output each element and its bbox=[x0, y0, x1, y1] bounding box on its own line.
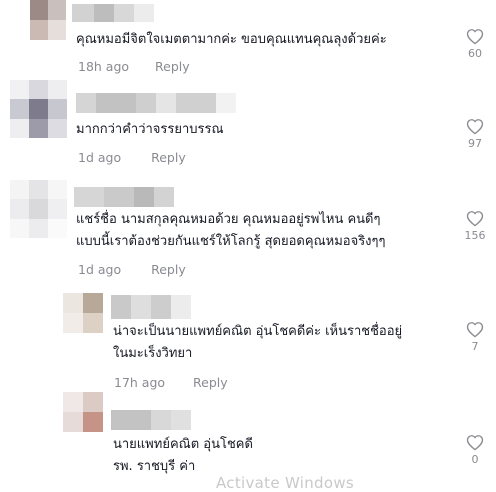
blur-block bbox=[96, 93, 136, 113]
heart-icon bbox=[466, 211, 484, 227]
username-blurred[interactable] bbox=[111, 295, 191, 319]
heart-icon bbox=[466, 119, 484, 135]
comment-meta: 17h ago Reply bbox=[114, 375, 228, 390]
avatar-pixel bbox=[83, 412, 103, 432]
comment-meta: 18h ago Reply bbox=[78, 59, 190, 74]
avatar-pixel bbox=[63, 293, 83, 313]
avatar-pixel bbox=[48, 218, 67, 238]
avatar-pixel bbox=[63, 392, 83, 412]
avatar-pixel bbox=[48, 80, 67, 100]
blur-block bbox=[171, 295, 191, 319]
avatar-pixel bbox=[48, 0, 66, 20]
avatar-pixel bbox=[63, 412, 83, 432]
comment-text: คุณหมอมีจิตใจเมตตามากค่ะ ขอบคุณแทนคุณลุง… bbox=[76, 32, 387, 47]
avatar-pixel bbox=[10, 80, 29, 100]
avatar-pixel bbox=[10, 180, 29, 200]
heart-icon bbox=[466, 322, 484, 338]
avatar-pixel bbox=[48, 180, 67, 200]
comment-item: แชร์ชื่อ นามสกุลคุณหมอด้วย คุณหมออยู่รพไ… bbox=[0, 180, 496, 290]
reply-button[interactable]: Reply bbox=[155, 59, 190, 74]
blur-block bbox=[171, 410, 191, 430]
username-blurred[interactable] bbox=[74, 187, 174, 207]
like-button[interactable]: 97 bbox=[460, 118, 490, 150]
avatar[interactable] bbox=[63, 392, 103, 432]
like-button[interactable]: 156 bbox=[460, 210, 490, 242]
comment-text: นายแพทย์คณิต อุ่นโชคดี รพ. ราชบุรี ค่า bbox=[113, 437, 253, 474]
comment-item: มากกว่าคำว่าจรรยาบรรณ 1d ago Reply 97 bbox=[0, 80, 496, 170]
blur-block bbox=[154, 187, 174, 207]
avatar-pixel bbox=[30, 0, 48, 20]
like-count: 60 bbox=[468, 47, 482, 60]
avatar-pixel bbox=[29, 99, 48, 119]
comment-timestamp: 1d ago bbox=[78, 262, 122, 277]
blur-block bbox=[176, 93, 216, 113]
blur-block bbox=[76, 93, 96, 113]
username-blurred[interactable] bbox=[111, 410, 191, 430]
avatar[interactable] bbox=[63, 293, 103, 333]
heart-icon bbox=[466, 435, 484, 451]
blur-block bbox=[131, 295, 151, 319]
username-blurred[interactable] bbox=[76, 93, 236, 113]
like-button[interactable]: 7 bbox=[460, 321, 490, 353]
avatar-pixel bbox=[10, 199, 29, 219]
avatar-pixel bbox=[10, 218, 29, 238]
comment-text: แชร์ชื่อ นามสกุลคุณหมอด้วย คุณหมออยู่รพไ… bbox=[76, 212, 386, 249]
like-button[interactable]: 0 bbox=[460, 434, 490, 466]
avatar[interactable] bbox=[10, 80, 67, 138]
like-count: 97 bbox=[468, 137, 482, 150]
like-button[interactable]: 60 bbox=[460, 28, 490, 60]
like-count: 7 bbox=[471, 340, 479, 353]
avatar-pixel bbox=[29, 80, 48, 100]
avatar-pixel bbox=[48, 20, 66, 40]
comment-item: คุณหมอมีจิตใจเมตตามากค่ะ ขอบคุณแทนคุณลุง… bbox=[0, 0, 496, 78]
avatar-pixel bbox=[48, 199, 67, 219]
avatar-pixel bbox=[29, 218, 48, 238]
comment-timestamp: 18h ago bbox=[78, 59, 130, 74]
avatar[interactable] bbox=[30, 0, 66, 40]
blur-block bbox=[151, 410, 171, 430]
blur-block bbox=[216, 93, 236, 113]
comment-timestamp: 17h ago bbox=[114, 375, 166, 390]
comment-meta: 1d ago Reply bbox=[78, 262, 186, 277]
avatar-pixel bbox=[83, 313, 103, 333]
avatar-pixel bbox=[48, 99, 67, 119]
comment-text: น่าจะเป็นนายแพทย์คณิต อุ่นโชคดีค่ะ เห็นร… bbox=[113, 324, 403, 361]
like-count: 156 bbox=[464, 229, 486, 242]
comment-timestamp: 1d ago bbox=[78, 150, 122, 165]
activate-windows-watermark: Activate Windows bbox=[216, 474, 354, 492]
comment-text: มากกว่าคำว่าจรรยาบรรณ bbox=[76, 122, 224, 137]
blur-block bbox=[111, 295, 131, 319]
avatar-pixel bbox=[29, 199, 48, 219]
avatar[interactable] bbox=[10, 180, 67, 238]
avatar-pixel bbox=[29, 118, 48, 138]
blur-block bbox=[136, 93, 156, 113]
avatar-pixel bbox=[29, 180, 48, 200]
reply-button[interactable]: Reply bbox=[151, 150, 186, 165]
comment-meta: 1d ago Reply bbox=[78, 150, 186, 165]
avatar-pixel bbox=[10, 118, 29, 138]
blur-block bbox=[111, 410, 151, 430]
avatar-pixel bbox=[30, 20, 48, 40]
reply-button[interactable]: Reply bbox=[151, 262, 186, 277]
avatar-pixel bbox=[83, 293, 103, 313]
blur-block bbox=[156, 93, 176, 113]
blur-block bbox=[151, 295, 171, 319]
like-count: 0 bbox=[471, 453, 479, 466]
blur-block bbox=[134, 187, 154, 207]
heart-icon bbox=[466, 29, 484, 45]
username-blurred[interactable] bbox=[72, 4, 154, 22]
blur-block bbox=[72, 4, 94, 22]
avatar-pixel bbox=[83, 392, 103, 412]
blur-block bbox=[104, 187, 134, 207]
reply-button[interactable]: Reply bbox=[193, 375, 228, 390]
avatar-pixel bbox=[63, 313, 83, 333]
avatar-pixel bbox=[10, 99, 29, 119]
reply-item: น่าจะเป็นนายแพทย์คณิต อุ่นโชคดีค่ะ เห็นร… bbox=[0, 293, 496, 393]
blur-block bbox=[114, 4, 134, 22]
avatar-pixel bbox=[48, 118, 67, 138]
blur-block bbox=[74, 187, 104, 207]
blur-block bbox=[134, 4, 154, 22]
reply-item: นายแพทย์คณิต อุ่นโชคดี รพ. ราชบุรี ค่า 0 bbox=[0, 392, 496, 486]
blur-block bbox=[94, 4, 114, 22]
